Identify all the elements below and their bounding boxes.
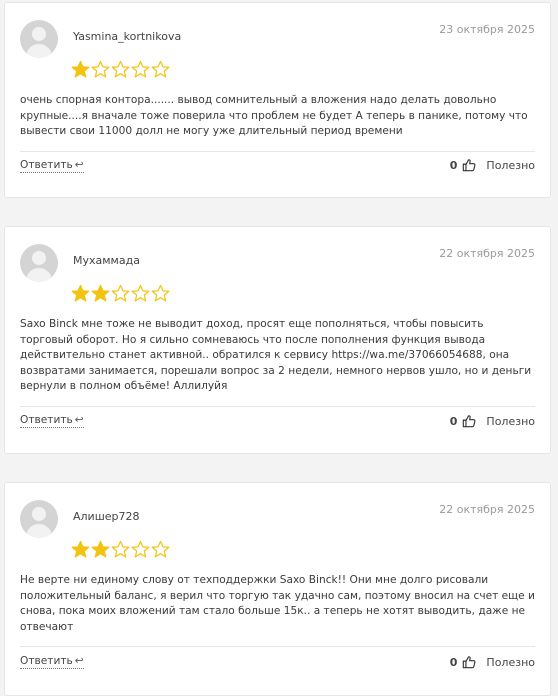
star-empty-icon [151, 60, 170, 78]
divider [20, 646, 535, 647]
star-empty-icon [131, 60, 150, 78]
review-text: Не верте ни единому слову от техподдержк… [20, 574, 535, 633]
star-rating [71, 60, 170, 79]
helpful-button[interactable]: Полезно [486, 415, 535, 428]
star-rating [71, 284, 170, 303]
review-author: Алишер728 [73, 510, 140, 523]
reply-arrow-icon: ↩ [74, 414, 84, 426]
divider [20, 406, 535, 407]
review-date: 22 октября 2025 [439, 247, 535, 260]
helpful-block: 0 Полезно [450, 655, 535, 669]
star-empty-icon [111, 540, 130, 558]
star-rating [71, 540, 170, 559]
review-card: Мухаммада 22 октября 2025 Saxo Binck мне… [4, 226, 551, 454]
reply-button[interactable]: Ответить ↩ [20, 655, 84, 669]
reply-label: Ответить [20, 414, 73, 426]
divider [20, 151, 535, 152]
avatar [20, 500, 58, 538]
helpful-button[interactable]: Полезно [486, 159, 535, 172]
reply-button[interactable]: Ответить ↩ [20, 414, 84, 428]
helpful-block: 0 Полезно [450, 414, 535, 428]
review-author: Yasmina_kortnikova [73, 30, 182, 43]
star-filled-icon [91, 540, 110, 558]
review-text: очень спорная контора....... вывод сомни… [20, 94, 528, 138]
review-link[interactable]: https://wa.me/37066054688 [331, 349, 482, 361]
like-count: 0 [449, 655, 458, 669]
star-filled-icon [71, 60, 90, 78]
star-empty-icon [91, 60, 110, 78]
star-empty-icon [131, 540, 150, 558]
review-text: Saxo Binck мне тоже не выводит доход, пр… [20, 317, 535, 395]
reply-arrow-icon: ↩ [74, 159, 84, 171]
star-empty-icon [111, 284, 130, 302]
review-author: Мухаммада [73, 254, 140, 267]
thumbs-up-icon[interactable] [462, 158, 476, 172]
reply-label: Ответить [20, 159, 73, 171]
reply-arrow-icon: ↩ [74, 655, 84, 667]
star-filled-icon [71, 540, 90, 558]
star-empty-icon [131, 284, 150, 302]
star-filled-icon [91, 284, 110, 302]
review-date: 23 октября 2025 [439, 23, 535, 36]
star-empty-icon [151, 540, 170, 558]
avatar [20, 20, 58, 58]
thumbs-up-icon[interactable] [462, 414, 476, 428]
avatar [20, 244, 58, 282]
reply-label: Ответить [20, 655, 73, 667]
reply-button[interactable]: Ответить ↩ [20, 159, 84, 173]
helpful-button[interactable]: Полезно [486, 656, 535, 669]
star-filled-icon [71, 284, 90, 302]
review-date: 22 октября 2025 [439, 503, 535, 516]
helpful-block: 0 Полезно [450, 158, 535, 172]
star-empty-icon [151, 284, 170, 302]
star-empty-icon [111, 60, 130, 78]
review-card: Yasmina_kortnikova 23 октября 2025 очень… [4, 2, 551, 198]
like-count: 0 [449, 414, 458, 428]
review-card: Алишер728 22 октября 2025 Не верте ни ед… [4, 482, 551, 696]
thumbs-up-icon[interactable] [462, 655, 476, 669]
like-count: 0 [449, 158, 458, 172]
